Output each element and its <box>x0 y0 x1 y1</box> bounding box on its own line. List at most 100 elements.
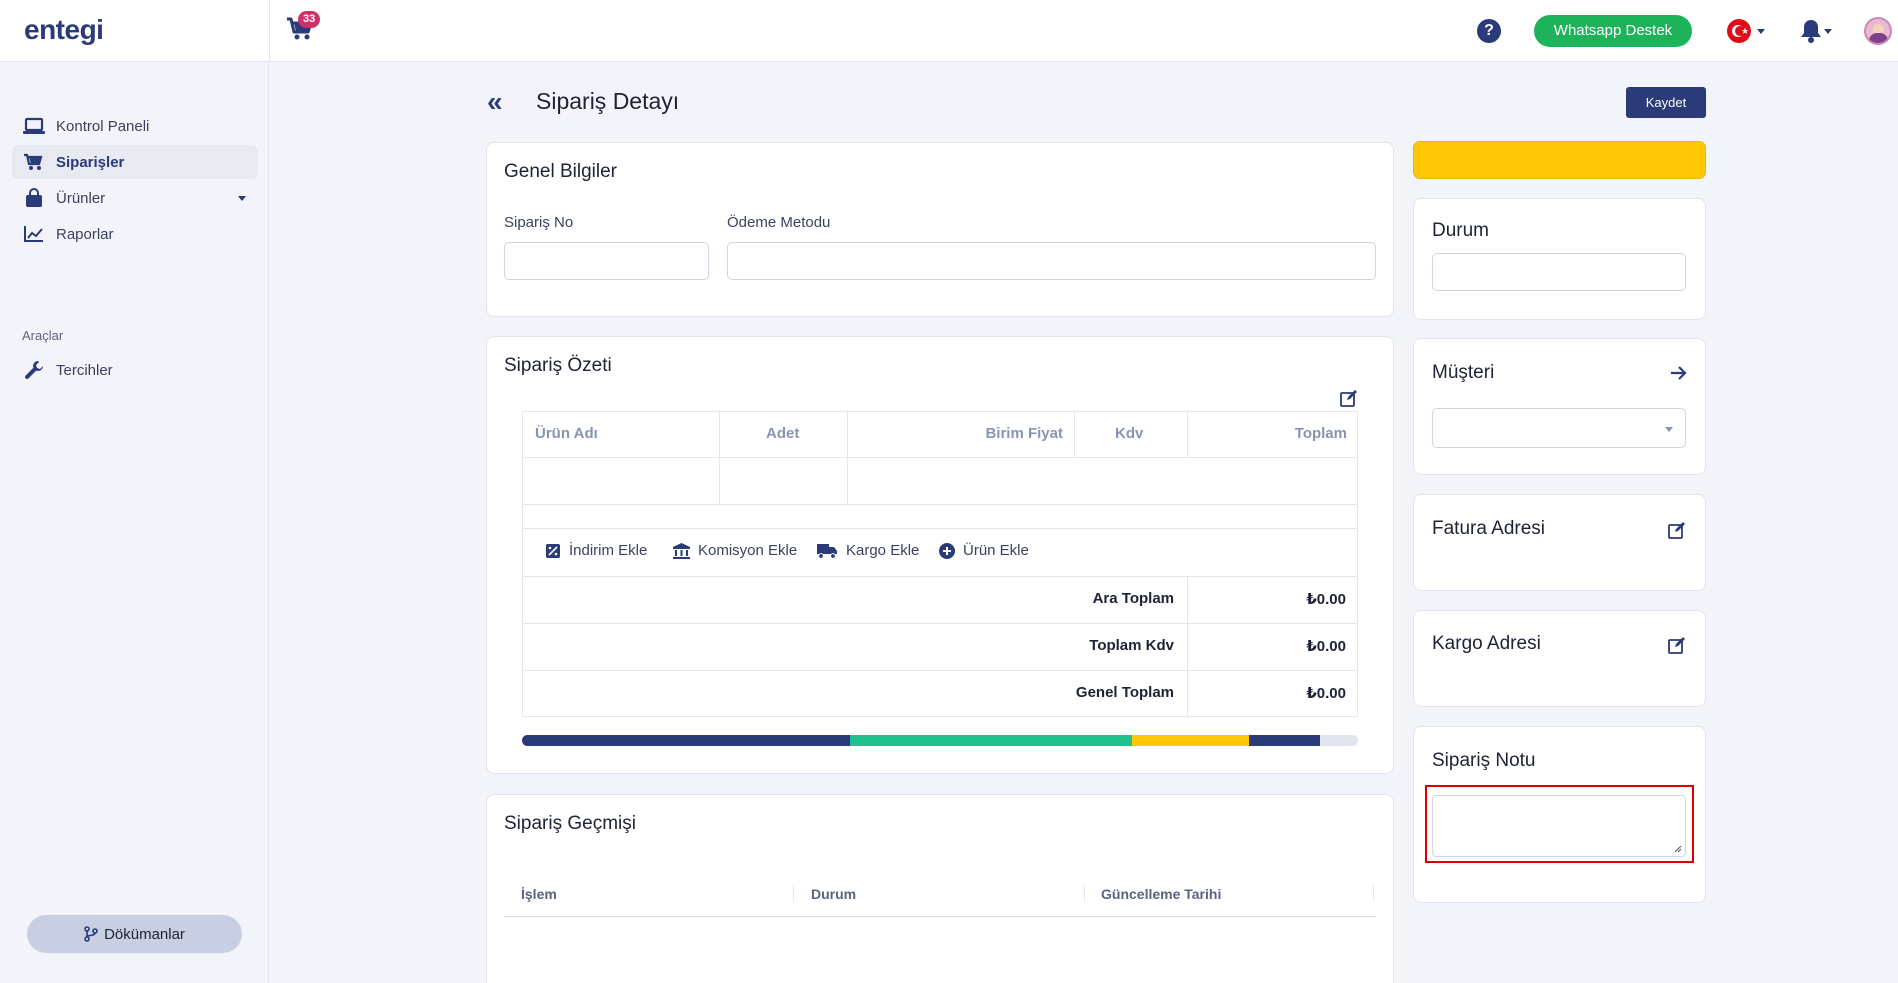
sidebar-item-label: Siparişler <box>56 153 125 171</box>
discount-icon <box>546 543 560 558</box>
table-border <box>1074 411 1075 457</box>
add-shipping-label: Kargo Ekle <box>846 542 920 559</box>
sidebar-item-products[interactable]: Ürünler <box>12 181 258 215</box>
help-icon[interactable]: ? <box>1477 19 1501 43</box>
vat-total-value: ₺0.00 <box>1306 638 1346 655</box>
notifications-caret-icon[interactable] <box>1824 29 1832 34</box>
status-input[interactable] <box>1432 253 1686 291</box>
edit-icon[interactable] <box>1668 522 1686 544</box>
progress-segment <box>849 735 1133 746</box>
user-avatar[interactable] <box>1864 17 1892 45</box>
shipping-address-card <box>1413 610 1706 707</box>
invoice-address-title: Fatura Adresi <box>1432 518 1545 539</box>
customer-select[interactable] <box>1432 408 1686 448</box>
column-header-vat[interactable]: Kdv <box>1115 425 1143 442</box>
bag-icon <box>23 188 45 208</box>
edit-icon[interactable] <box>1340 390 1358 412</box>
add-discount-label: İndirim Ekle <box>569 542 648 559</box>
top-bar: entegi 33 ? Whatsapp Destek ★ <box>0 0 1898 62</box>
table-border <box>719 411 720 504</box>
customer-card <box>1413 338 1706 475</box>
history-column-updated[interactable]: Güncelleme Tarihi <box>1101 886 1221 902</box>
save-button[interactable]: Kaydet <box>1626 87 1706 118</box>
general-info-card <box>486 142 1394 317</box>
whatsapp-support-button[interactable]: Whatsapp Destek <box>1534 15 1692 47</box>
column-header-unit-price[interactable]: Birim Fiyat <box>940 425 1063 442</box>
history-column-action[interactable]: İşlem <box>521 886 557 902</box>
customer-title: Müşteri <box>1432 362 1495 383</box>
plus-circle-icon <box>939 542 955 559</box>
sidebar-item-label: Ürünler <box>56 189 106 207</box>
chevron-down-icon <box>238 196 246 201</box>
add-commission-label: Komisyon Ekle <box>698 542 798 559</box>
payment-method-input[interactable] <box>727 242 1376 280</box>
add-product-button[interactable]: Ürün Ekle <box>939 542 1029 559</box>
table-border <box>522 670 1358 671</box>
add-discount-button[interactable]: İndirim Ekle <box>545 542 647 559</box>
payment-method-label: Ödeme Metodu <box>727 214 831 231</box>
cart-count-badge: 33 <box>298 11 321 28</box>
table-border <box>522 457 1358 458</box>
sidebar-item-dashboard[interactable]: Kontrol Paneli <box>12 109 258 143</box>
order-no-label: Sipariş No <box>504 214 574 231</box>
bell-icon[interactable] <box>1799 18 1823 44</box>
logo[interactable]: entegi <box>24 14 104 46</box>
add-shipping-button[interactable]: Kargo Ekle <box>817 542 919 559</box>
column-divider <box>1373 885 1374 901</box>
column-divider <box>793 885 794 901</box>
history-header-border <box>504 916 1376 917</box>
invoice-address-card <box>1413 494 1706 591</box>
table-border <box>1187 411 1188 457</box>
page-title: Sipariş Detayı <box>536 88 680 114</box>
git-branch-icon <box>84 926 98 942</box>
sidebar-section-title: Araçlar <box>22 328 64 343</box>
table-border <box>522 623 1358 624</box>
truck-icon <box>817 543 837 559</box>
grand-total-label: Genel Toplam <box>1075 684 1174 701</box>
column-header-product[interactable]: Ürün Adı <box>535 425 598 442</box>
add-commission-button[interactable]: Komisyon Ekle <box>673 542 797 559</box>
progress-segment <box>1249 735 1321 746</box>
vat-total-label: Toplam Kdv <box>1089 637 1174 654</box>
wrench-icon <box>23 360 45 380</box>
order-summary-title: Sipariş Özeti <box>504 355 612 376</box>
order-progress-bar <box>522 735 1358 746</box>
sidebar-item-reports[interactable]: Raporlar <box>12 217 258 251</box>
sidebar-item-label: Raporlar <box>56 225 114 243</box>
turkish-flag-icon[interactable]: ★ <box>1727 19 1751 43</box>
sidebar-item-orders[interactable]: Siparişler <box>12 145 258 179</box>
cart-icon <box>23 152 45 172</box>
sidebar-item-preferences[interactable]: Tercihler <box>12 353 258 387</box>
column-header-total[interactable]: Toplam <box>1240 425 1347 442</box>
table-border <box>522 504 1358 505</box>
subtotal-value: ₺0.00 <box>1306 591 1346 608</box>
column-header-qty[interactable]: Adet <box>766 425 799 442</box>
language-caret-icon[interactable] <box>1757 29 1765 34</box>
back-icon[interactable]: « <box>487 88 503 116</box>
grand-total-value: ₺0.00 <box>1306 685 1346 702</box>
table-border <box>522 716 1358 717</box>
top-divider <box>269 0 270 62</box>
sidebar-item-label: Kontrol Paneli <box>56 117 150 135</box>
docs-label: Dökümanlar <box>104 925 185 943</box>
general-info-title: Genel Bilgiler <box>504 161 617 182</box>
table-border <box>847 411 848 504</box>
progress-segment <box>522 735 850 746</box>
add-product-label: Ürün Ekle <box>963 542 1029 559</box>
order-history-title: Sipariş Geçmişi <box>504 813 636 834</box>
table-border <box>522 411 523 716</box>
history-column-status[interactable]: Durum <box>811 886 856 902</box>
chevron-down-icon <box>1665 427 1673 432</box>
docs-button[interactable]: Dökümanlar <box>27 915 242 953</box>
order-no-input[interactable] <box>504 242 709 280</box>
table-border <box>1187 576 1188 716</box>
edit-icon[interactable] <box>1668 637 1686 659</box>
laptop-icon <box>23 116 45 136</box>
bank-icon <box>673 542 690 559</box>
arrow-right-icon[interactable] <box>1670 365 1687 386</box>
table-border <box>522 576 1358 577</box>
table-border <box>522 528 1358 529</box>
highlight-box <box>1425 785 1694 863</box>
table-border <box>1357 411 1358 716</box>
status-title: Durum <box>1432 220 1490 241</box>
